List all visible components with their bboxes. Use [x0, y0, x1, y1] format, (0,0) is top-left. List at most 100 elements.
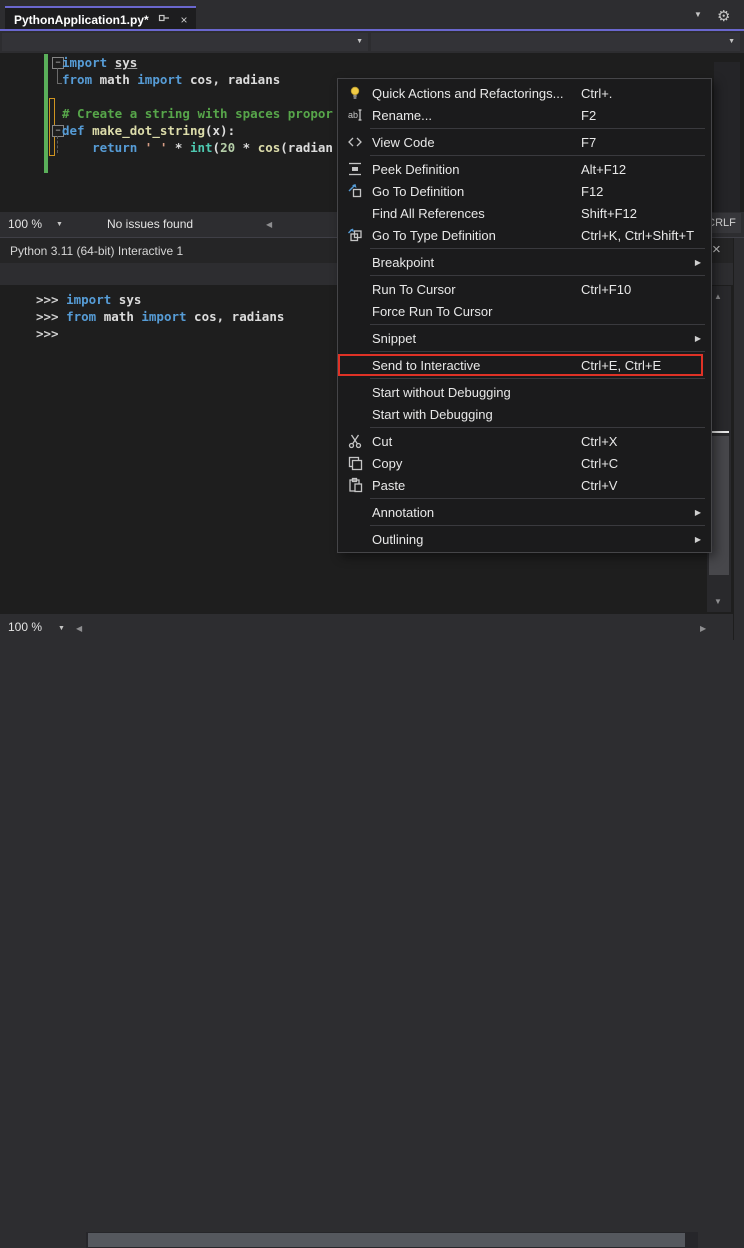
repl-line: >>> from math import cos, radians [36, 308, 284, 325]
svg-text:ab: ab [348, 110, 358, 120]
repl-text: >>> import sys>>> from math import cos, … [36, 291, 284, 342]
copy-icon [338, 455, 372, 471]
menu-item-copy[interactable]: Copy Ctrl+C [338, 452, 711, 474]
menu-item-shortcut: Ctrl+V [581, 478, 617, 493]
code-line: from math import cos, radians [62, 71, 333, 88]
menu-item-rename[interactable]: abRename...F2 [338, 104, 711, 126]
editor-vertical-scrollbar[interactable] [714, 62, 740, 212]
scroll-right-icon[interactable]: ▶ [700, 624, 706, 633]
menu-item-outlining[interactable]: Outlining ▶ [338, 528, 711, 550]
pin-icon[interactable] [156, 12, 172, 27]
menu-item-shortcut: Ctrl+K, Ctrl+Shift+T [581, 228, 694, 243]
chevron-down-icon: ▼ [356, 38, 363, 45]
menu-item-breakpoint[interactable]: Breakpoint ▶ [338, 251, 711, 273]
navbar-type-dropdown[interactable]: ▼ [2, 33, 368, 51]
menu-item-run-to-cursor[interactable]: Run To CursorCtrl+F10 [338, 278, 711, 300]
go-to-definition-icon [338, 183, 372, 199]
code-line [62, 88, 333, 105]
scrollbar-thumb[interactable] [88, 1233, 685, 1247]
menu-item-label: Go To Type Definition [372, 228, 496, 243]
menu-separator [370, 498, 705, 499]
menu-item-label: Send to Interactive [372, 358, 480, 373]
menu-separator [370, 128, 705, 129]
submenu-arrow-icon: ▶ [695, 535, 701, 544]
go-to-type-definition-icon [338, 227, 372, 243]
navbar-member-dropdown[interactable]: ▼ [371, 33, 740, 51]
menu-item-paste[interactable]: PasteCtrl+V [338, 474, 711, 496]
cut-icon [338, 433, 372, 449]
menu-item-shortcut: Ctrl+C [581, 456, 618, 471]
interactive-window-title: Python 3.11 (64-bit) Interactive 1 [10, 244, 183, 258]
menu-separator [370, 324, 705, 325]
paste-icon [338, 477, 372, 493]
code-line: return ' ' * int(20 * cos(radian [62, 139, 333, 156]
editor-context-menu: Quick Actions and Refactorings... Ctrl+. a… [337, 78, 712, 553]
menu-item-label: Run To Cursor [372, 282, 456, 297]
scroll-left-icon[interactable]: ◀ [76, 624, 82, 633]
menu-item-shortcut: Shift+F12 [581, 206, 637, 221]
chevron-down-icon[interactable]: ▼ [694, 10, 702, 19]
close-icon[interactable]: × [712, 241, 721, 258]
menu-item-go-to-definition[interactable]: Go To DefinitionF12 [338, 180, 711, 202]
rename-icon: ab [338, 107, 372, 123]
menu-item-label: Rename... [372, 108, 432, 123]
menu-item-label: Start without Debugging [372, 385, 511, 400]
editor-zoom-level[interactable]: 100 % [8, 217, 42, 231]
menu-item-label: Outlining [372, 532, 423, 547]
code-line: import sys [62, 54, 333, 71]
chevron-down-icon: ▼ [728, 38, 735, 45]
menu-item-shortcut: Ctrl+. [581, 86, 612, 101]
menu-item-quick-actions-and-refactorings[interactable]: Quick Actions and Refactorings... Ctrl+. [338, 82, 711, 104]
track-changes-bar [44, 54, 48, 173]
menu-item-send-to-interactive[interactable]: Send to InteractiveCtrl+E, Ctrl+E [338, 354, 703, 376]
menu-separator [370, 427, 705, 428]
menu-item-shortcut: Alt+F12 [581, 162, 626, 177]
active-tab-accent-line [0, 29, 744, 31]
repl-zoom-level[interactable]: 100 % [8, 620, 42, 634]
menu-item-label: Start with Debugging [372, 407, 493, 422]
menu-item-label: Cut [372, 434, 392, 449]
repl-line: >>> import sys [36, 291, 284, 308]
zoom-dropdown-icon[interactable]: ▼ [56, 221, 63, 228]
menu-item-label: Peek Definition [372, 162, 459, 177]
tab-title: PythonApplication1.py* [5, 13, 156, 27]
menu-separator [370, 525, 705, 526]
tab-pythonapplication1[interactable]: PythonApplication1.py* × [5, 6, 196, 31]
interactive-status-bar: 100 % ▼ ◀ ▶ [0, 614, 744, 640]
menu-item-label: View Code [372, 135, 435, 150]
menu-item-label: Annotation [372, 505, 434, 520]
menu-item-label: Force Run To Cursor [372, 304, 492, 319]
menu-item-label: Find All References [372, 206, 485, 221]
menu-item-start-with-debugging[interactable]: Start with Debugging [338, 403, 711, 425]
scrollbar-thumb[interactable] [709, 436, 729, 575]
vs-window: { "window": { "tab": { "title": "PythonA… [0, 0, 744, 643]
zoom-dropdown-icon[interactable]: ▼ [58, 625, 65, 632]
lightbulb-icon [338, 85, 372, 101]
menu-item-go-to-type-definition[interactable]: Go To Type Definition Ctrl+K, Ctrl+Shift+… [338, 224, 711, 246]
gear-icon[interactable]: ⚙ [717, 7, 730, 25]
menu-item-label: Breakpoint [372, 255, 434, 270]
menu-item-label: Quick Actions and Refactorings... [372, 86, 563, 101]
menu-separator [370, 351, 705, 352]
window-right-edge [733, 238, 744, 640]
indent-guide [57, 136, 58, 153]
issues-status-label[interactable]: No issues found [107, 217, 193, 231]
fold-guide [57, 68, 58, 83]
menu-item-force-run-to-cursor[interactable]: Force Run To Cursor [338, 300, 711, 322]
menu-item-shortcut: Ctrl+X [581, 434, 617, 449]
menu-separator [370, 378, 705, 379]
menu-item-peek-definition[interactable]: Peek Definition Alt+F12 [338, 158, 711, 180]
scroll-down-icon[interactable]: ▼ [714, 597, 722, 606]
scroll-left-icon[interactable]: ◀ [266, 220, 272, 229]
menu-item-cut[interactable]: Cut Ctrl+X [338, 430, 711, 452]
tab-close-icon[interactable]: × [176, 13, 192, 27]
menu-separator [370, 275, 705, 276]
menu-item-start-without-debugging[interactable]: Start without Debugging [338, 381, 711, 403]
menu-item-view-code[interactable]: View CodeF7 [338, 131, 711, 153]
menu-item-find-all-references[interactable]: Find All References Shift+F12 [338, 202, 711, 224]
menu-item-label: Copy [372, 456, 402, 471]
menu-item-snippet[interactable]: Snippet▶ [338, 327, 711, 349]
menu-item-annotation[interactable]: Annotation▶ [338, 501, 711, 523]
submenu-arrow-icon: ▶ [695, 258, 701, 267]
scroll-up-icon[interactable]: ▲ [714, 292, 722, 301]
